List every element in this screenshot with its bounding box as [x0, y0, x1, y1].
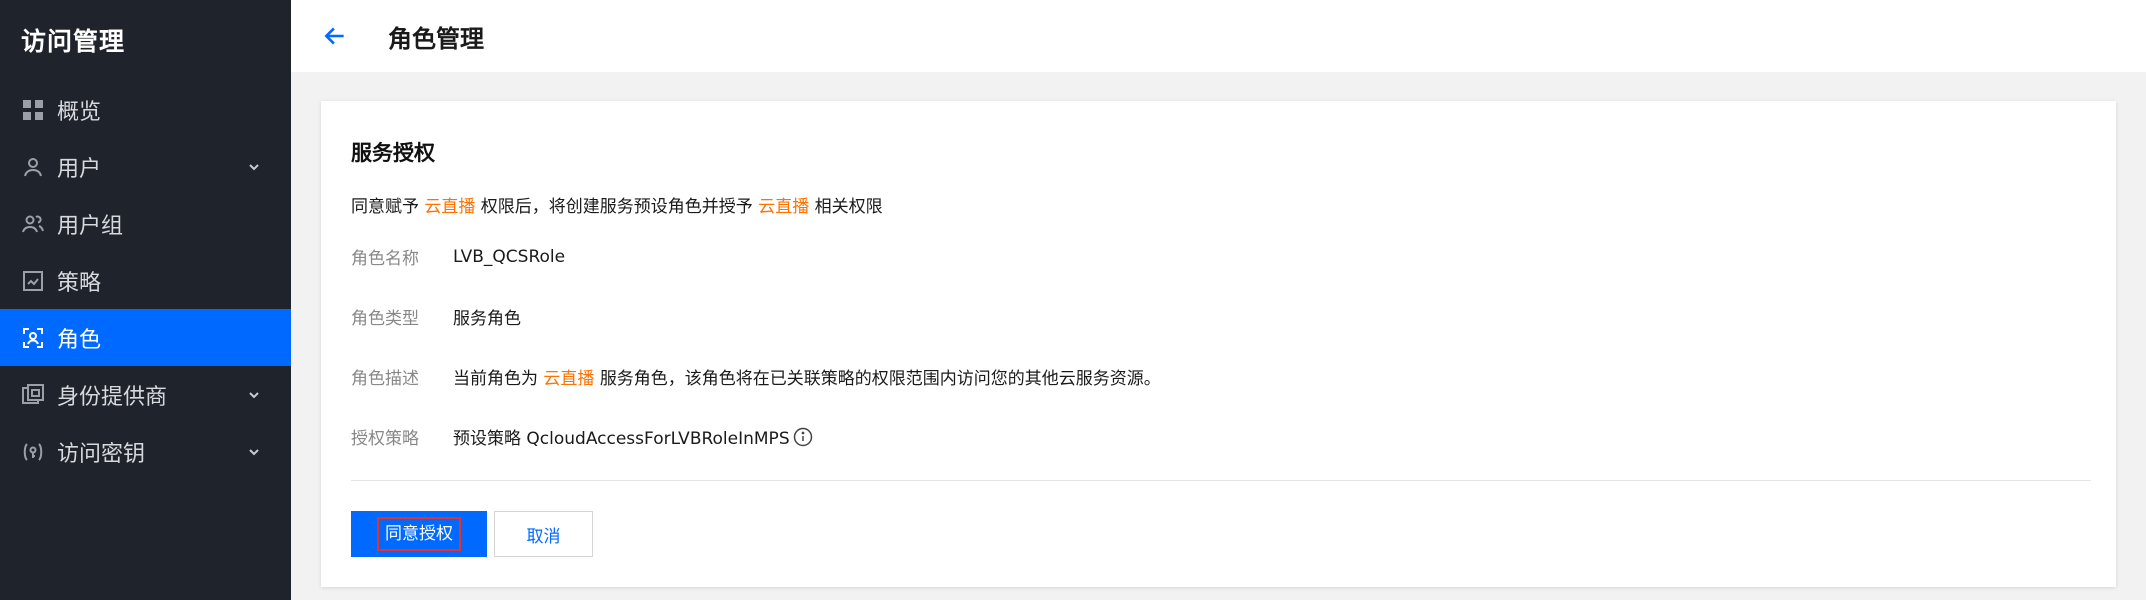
desc-text: 当前角色为	[453, 369, 538, 389]
button-label: 同意授权	[377, 517, 461, 551]
identity-provider-icon	[21, 383, 45, 407]
sidebar-item-access-keys[interactable]: 访问密钥	[0, 423, 291, 480]
cancel-button[interactable]: 取消	[494, 511, 593, 557]
field-authorization-policy: 授权策略 预设策略 QcloudAccessForLVBRoleInMPS	[351, 424, 813, 449]
field-role-type: 角色类型 服务角色	[351, 304, 521, 329]
field-value: LVB_QCSRole	[453, 246, 566, 267]
policy-value: 预设策略 QcloudAccessForLVBRoleInMPS	[453, 429, 790, 449]
card-title: 服务授权	[351, 141, 435, 165]
sidebar-item-identity-providers[interactable]: 身份提供商	[0, 366, 291, 423]
sidebar-item-label: 用户组	[57, 213, 124, 239]
page-title: 角色管理	[388, 25, 484, 53]
sidebar-item-overview[interactable]: 概览	[0, 81, 291, 138]
field-label: 角色类型	[351, 309, 419, 329]
sidebar: 访问管理 概览 用户 用户组 策略 角色 身份提供商 访问密钥	[0, 0, 291, 600]
chevron-down-icon	[247, 160, 261, 174]
sidebar-item-roles[interactable]: 角色	[0, 309, 291, 366]
chevron-down-icon	[247, 388, 261, 402]
field-label: 角色名称	[351, 249, 419, 269]
service-name-highlight: 云直播	[543, 369, 595, 389]
user-group-icon	[21, 212, 45, 236]
agree-authorize-button[interactable]: 同意授权	[351, 511, 487, 557]
sidebar-item-label: 策略	[57, 270, 102, 296]
role-icon	[21, 326, 45, 350]
sidebar-item-user-groups[interactable]: 用户组	[0, 195, 291, 252]
back-button[interactable]	[319, 20, 351, 52]
sidebar-item-policies[interactable]: 策略	[0, 252, 291, 309]
policy-icon	[21, 269, 45, 293]
desc-text: 同意赋予	[351, 197, 425, 217]
field-value: 预设策略 QcloudAccessForLVBRoleInMPS	[453, 424, 813, 449]
field-value: 当前角色为 云直播 服务角色，该角色将在已关联策略的权限范围内访问您的其他云服务…	[453, 364, 1161, 389]
service-name-highlight: 云直播	[424, 197, 476, 217]
authorization-description: 同意赋予 云直播 权限后，将创建服务预设角色并授予 云直播 相关权限	[351, 192, 883, 217]
desc-text: 相关权限	[809, 197, 883, 217]
field-label: 授权策略	[351, 429, 419, 449]
field-role-description: 角色描述 当前角色为 云直播 服务角色，该角色将在已关联策略的权限范围内访问您的…	[351, 364, 1161, 389]
field-label: 角色描述	[351, 369, 419, 389]
user-icon	[21, 155, 45, 179]
desc-text: 权限后，将创建服务预设角色并授予	[475, 197, 759, 217]
sidebar-item-users[interactable]: 用户	[0, 138, 291, 195]
dashboard-icon	[21, 98, 45, 122]
info-icon[interactable]	[793, 427, 813, 447]
app-title: 访问管理	[21, 27, 126, 56]
sidebar-item-label: 身份提供商	[57, 384, 168, 410]
service-name-highlight: 云直播	[758, 197, 810, 217]
desc-text: 服务角色，该角色将在已关联策略的权限范围内访问您的其他云服务资源。	[599, 369, 1161, 389]
page-header: 角色管理	[291, 0, 2146, 72]
field-role-name: 角色名称 LVB_QCSRole	[351, 244, 566, 270]
chevron-down-icon	[247, 445, 261, 459]
sidebar-item-label: 角色	[57, 327, 102, 353]
access-key-icon	[21, 440, 45, 464]
sidebar-item-label: 用户	[57, 156, 102, 182]
service-authorization-card: 服务授权 同意赋予 云直播 权限后，将创建服务预设角色并授予 云直播 相关权限 …	[321, 101, 2116, 587]
arrow-left-icon	[324, 27, 344, 45]
divider	[351, 480, 2091, 481]
sidebar-item-label: 概览	[57, 99, 102, 125]
field-value: 服务角色	[453, 309, 521, 329]
sidebar-item-label: 访问密钥	[57, 441, 146, 467]
